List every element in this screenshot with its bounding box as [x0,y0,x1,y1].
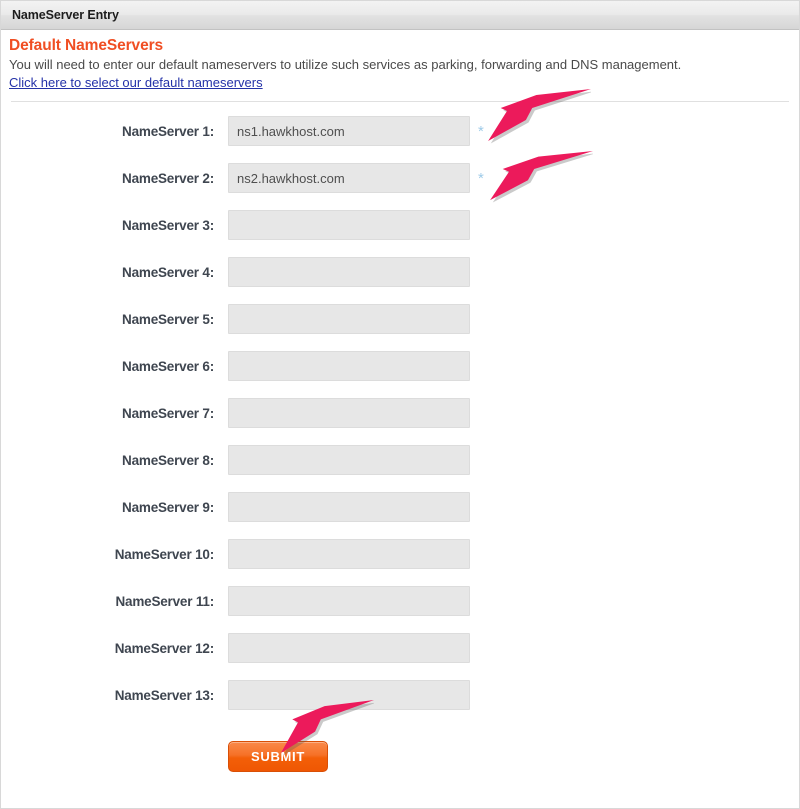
nameserver-label: NameServer 9: [122,500,214,515]
nameserver-label: NameServer 6: [122,359,214,374]
nameserver-field-wrap [214,351,487,381]
nameserver-row: NameServer 13: [1,680,799,727]
nameserver-field-wrap: * [214,163,484,193]
nameserver-input-11[interactable] [228,586,470,616]
nameserver-input-9[interactable] [228,492,470,522]
nameserver-field-wrap [214,492,487,522]
intro-section: Default NameServers You will need to ent… [1,30,799,92]
nameserver-field-wrap [214,257,487,287]
nameserver-field-wrap [214,304,487,334]
nameserver-field-wrap [214,398,487,428]
nameserver-field-wrap [214,210,487,240]
window-titlebar: NameServer Entry [1,1,799,30]
nameserver-row: NameServer 5: [1,304,799,351]
nameserver-input-7[interactable] [228,398,470,428]
nameserver-input-4[interactable] [228,257,470,287]
nameserver-row: NameServer 6: [1,351,799,398]
submit-button[interactable]: SUBMIT [228,741,328,772]
nameserver-input-13[interactable] [228,680,470,710]
nameserver-label: NameServer 12: [114,641,214,656]
nameserver-field-wrap [214,539,487,569]
nameserver-label: NameServer 2: [122,171,214,186]
nameserver-row: NameServer 8: [1,445,799,492]
nameserver-label: NameServer 5: [122,312,214,327]
submit-area: SUBMIT [1,741,799,772]
nameserver-field-wrap [214,445,487,475]
nameserver-input-12[interactable] [228,633,470,663]
required-asterisk: * [478,169,484,187]
select-default-nameservers-link[interactable]: Click here to select our default nameser… [9,75,263,91]
nameserver-input-3[interactable] [228,210,470,240]
intro-description: You will need to enter our default names… [9,57,682,72]
required-asterisk: * [478,122,484,140]
nameserver-row: NameServer 2: * [1,163,799,210]
nameserver-form: NameServer 1: * NameServer 2: * NameServer 3… [1,102,799,727]
nameserver-input-5[interactable] [228,304,470,334]
nameserver-field-wrap [214,633,487,663]
nameserver-row: NameServer 1: * [1,116,799,163]
nameserver-input-8[interactable] [228,445,470,475]
nameserver-label: NameServer 4: [122,265,214,280]
nameserver-row: NameServer 4: [1,257,799,304]
nameserver-field-wrap [214,586,487,616]
nameserver-row: NameServer 3: [1,210,799,257]
window-title: NameServer Entry [12,8,119,22]
nameserver-label: NameServer 11: [115,594,214,609]
nameserver-label: NameServer 3: [122,218,214,233]
nameserver-input-6[interactable] [228,351,470,381]
nameserver-row: NameServer 11: [1,586,799,633]
nameserver-row: NameServer 9: [1,492,799,539]
nameserver-label: NameServer 7: [122,406,214,421]
nameserver-input-2[interactable] [228,163,470,193]
nameserver-label: NameServer 10: [114,547,214,562]
nameserver-label: NameServer 8: [122,453,214,468]
nameserver-label: NameServer 1: [122,124,214,139]
nameserver-row: NameServer 10: [1,539,799,586]
nameserver-input-10[interactable] [228,539,470,569]
nameserver-entry-page: NameServer Entry Default NameServers You… [0,0,800,809]
nameserver-row: NameServer 7: [1,398,799,445]
nameserver-label: NameServer 13: [114,688,214,703]
page-title: Default NameServers [9,37,164,54]
nameserver-input-1[interactable] [228,116,470,146]
nameserver-row: NameServer 12: [1,633,799,680]
nameserver-field-wrap: * [214,116,484,146]
nameserver-field-wrap [214,680,487,710]
